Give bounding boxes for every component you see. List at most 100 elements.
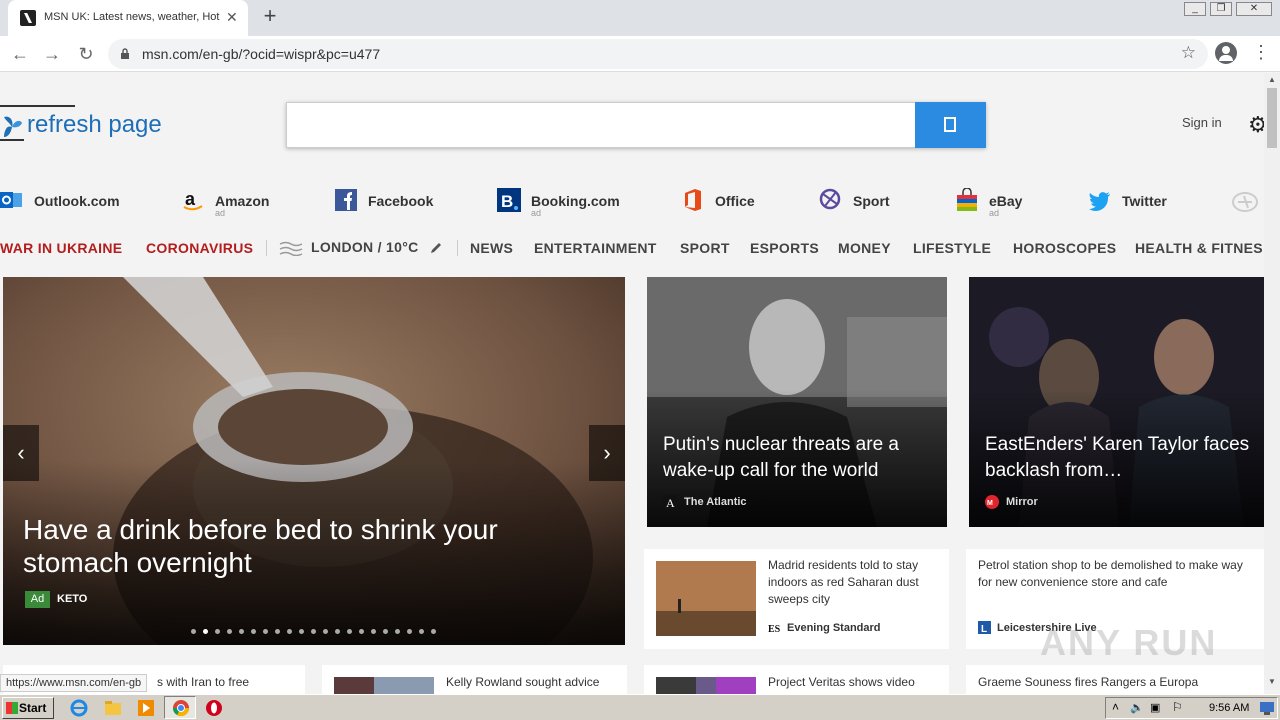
chrome-taskbar-button[interactable]	[164, 696, 196, 719]
news-tile-title[interactable]: Kelly Rowland sought advice	[446, 674, 618, 691]
hero-headline[interactable]: Have a drink before bed to shrink your s…	[23, 513, 543, 579]
profile-avatar-icon[interactable]	[1215, 42, 1237, 64]
nav-esports[interactable]: ESPORTS	[750, 240, 819, 256]
news-card-eastenders[interactable]: EastEnders' Karen Taylor faces backlash …	[969, 277, 1264, 527]
carousel-dot[interactable]	[323, 629, 328, 634]
news-tile-kelly[interactable]: Kelly Rowland sought advice	[322, 665, 627, 695]
booking-icon: B	[497, 188, 521, 212]
carousel-dot[interactable]	[239, 629, 244, 634]
minimize-button[interactable]: _	[1184, 2, 1206, 16]
search-input[interactable]	[286, 102, 986, 148]
news-card-putin[interactable]: Putin's nuclear threats are a wake-up ca…	[647, 277, 947, 527]
carousel-dot[interactable]	[227, 629, 232, 634]
scrollbar-thumb[interactable]	[1267, 88, 1277, 148]
bookmark-star-icon[interactable]: ☆	[1181, 43, 1196, 63]
nav-coronavirus[interactable]: CORONAVIRUS	[146, 240, 253, 256]
ad-label: ad	[989, 208, 1000, 218]
carousel-dot[interactable]	[371, 629, 376, 634]
address-url[interactable]: msn.com/en-gb/?ocid=wispr&pc=u477	[142, 46, 380, 62]
nav-war-in-ukraine[interactable]: WAR IN UKRAINE	[0, 240, 122, 256]
carousel-prev-button[interactable]: ‹	[3, 425, 39, 481]
news-tile-title[interactable]: Madrid residents told to stay indoors as…	[768, 557, 940, 608]
carousel-dot[interactable]	[419, 629, 424, 634]
sport-icon	[819, 188, 841, 210]
browser-menu-icon[interactable]: ⋮	[1252, 42, 1270, 63]
hero-carousel[interactable]: Have a drink before bed to shrink your s…	[3, 277, 625, 645]
quicklink-label: Twitter	[1122, 193, 1167, 209]
nav-entertainment[interactable]: ENTERTAINMENT	[534, 240, 657, 256]
nav-health-fitness[interactable]: HEALTH & FITNES	[1135, 240, 1265, 256]
news-tile-title[interactable]: Project Veritas shows video	[768, 674, 940, 691]
close-window-button[interactable]: ✕	[1236, 2, 1272, 16]
more-quicklinks-icon[interactable]	[1230, 190, 1260, 214]
quicklink-label: Amazon	[215, 193, 270, 209]
carousel-dot[interactable]	[311, 629, 316, 634]
address-bar[interactable]: msn.com/en-gb/?ocid=wispr&pc=u477 ☆	[108, 39, 1208, 69]
msn-logo[interactable]: refresh page	[0, 105, 180, 143]
nav-lifestyle[interactable]: LIFESTYLE	[913, 240, 991, 256]
carousel-dot[interactable]	[263, 629, 268, 634]
pencil-icon[interactable]	[429, 241, 443, 255]
action-center-flag-icon[interactable]: ⚐	[1172, 700, 1183, 714]
media-player-icon[interactable]	[137, 699, 155, 717]
leicestershire-live-logo-icon: L	[978, 621, 991, 634]
nav-money[interactable]: MONEY	[838, 240, 891, 256]
carousel-next-button[interactable]: ›	[589, 425, 625, 481]
sign-in-link[interactable]: Sign in	[1182, 115, 1222, 130]
tray-expand-icon[interactable]: ˄	[1112, 700, 1119, 714]
opera-icon[interactable]	[205, 699, 223, 717]
volume-icon[interactable]: 🔈	[1130, 701, 1144, 714]
new-tab-button[interactable]: +	[258, 4, 282, 28]
hero-source: KETO	[57, 593, 88, 605]
tab-close-icon[interactable]: ✕	[226, 9, 238, 26]
internet-explorer-icon[interactable]	[70, 699, 88, 717]
news-thumbnail	[656, 561, 756, 636]
news-tile-veritas[interactable]: Project Veritas shows video	[644, 665, 949, 695]
carousel-dot[interactable]	[251, 629, 256, 634]
file-explorer-icon[interactable]	[104, 699, 122, 717]
news-tile-madrid[interactable]: Madrid residents told to stay indoors as…	[644, 549, 949, 649]
nav-news[interactable]: NEWS	[470, 240, 513, 256]
news-tile-title[interactable]: Petrol station shop to be demolished to …	[978, 557, 1253, 591]
forward-button[interactable]: →	[40, 42, 64, 66]
system-tray: ˄ 🔈 ▣ ⚐	[1105, 697, 1278, 719]
carousel-dot[interactable]	[215, 629, 220, 634]
news-card-headline[interactable]: Putin's nuclear threats are a wake-up ca…	[663, 432, 933, 484]
carousel-dot[interactable]	[347, 629, 352, 634]
carousel-dot[interactable]	[395, 629, 400, 634]
network-icon[interactable]: ▣	[1150, 701, 1160, 714]
show-desktop-icon[interactable]	[1260, 702, 1274, 715]
start-button[interactable]: Start	[2, 697, 54, 719]
nav-sport[interactable]: SPORT	[680, 240, 730, 256]
carousel-dot[interactable]	[287, 629, 292, 634]
search-button[interactable]	[915, 102, 986, 148]
logo-text[interactable]: refresh page	[27, 111, 162, 139]
carousel-dot[interactable]	[359, 629, 364, 634]
back-button[interactable]: ←	[8, 42, 32, 66]
the-atlantic-logo-icon: A	[663, 495, 677, 509]
carousel-dot[interactable]	[431, 629, 436, 634]
vertical-scrollbar[interactable]: ▲ ▼	[1264, 73, 1280, 690]
restore-button[interactable]: ❐	[1210, 2, 1232, 16]
carousel-dot[interactable]	[275, 629, 280, 634]
nav-weather[interactable]: LONDON / 10°C	[311, 239, 419, 255]
ad-label: ad	[531, 208, 542, 218]
scroll-down-arrow-icon[interactable]: ▼	[1268, 677, 1276, 686]
reload-button[interactable]: ↻	[74, 42, 98, 66]
news-tile-title[interactable]: Graeme Souness fires Rangers a Europa	[978, 674, 1253, 691]
news-tile-title[interactable]: s with Iran to free	[157, 674, 297, 691]
carousel-dot[interactable]	[383, 629, 388, 634]
scroll-up-arrow-icon[interactable]: ▲	[1268, 75, 1276, 84]
nav-divider	[457, 240, 458, 256]
carousel-dot[interactable]	[335, 629, 340, 634]
carousel-dot[interactable]	[203, 629, 208, 634]
news-card-headline[interactable]: EastEnders' Karen Taylor faces backlash …	[985, 432, 1255, 484]
nav-horoscopes[interactable]: HOROSCOPES	[1013, 240, 1116, 256]
ad-label: ad	[215, 208, 226, 218]
carousel-dot[interactable]	[407, 629, 412, 634]
evening-standard-logo-icon: ES	[768, 624, 781, 634]
watermark-text: ANY RUN	[1040, 622, 1218, 663]
carousel-dot[interactable]	[299, 629, 304, 634]
browser-tab[interactable]: MSN UK: Latest news, weather, Hot ✕	[8, 0, 248, 36]
carousel-dot[interactable]	[191, 629, 196, 634]
